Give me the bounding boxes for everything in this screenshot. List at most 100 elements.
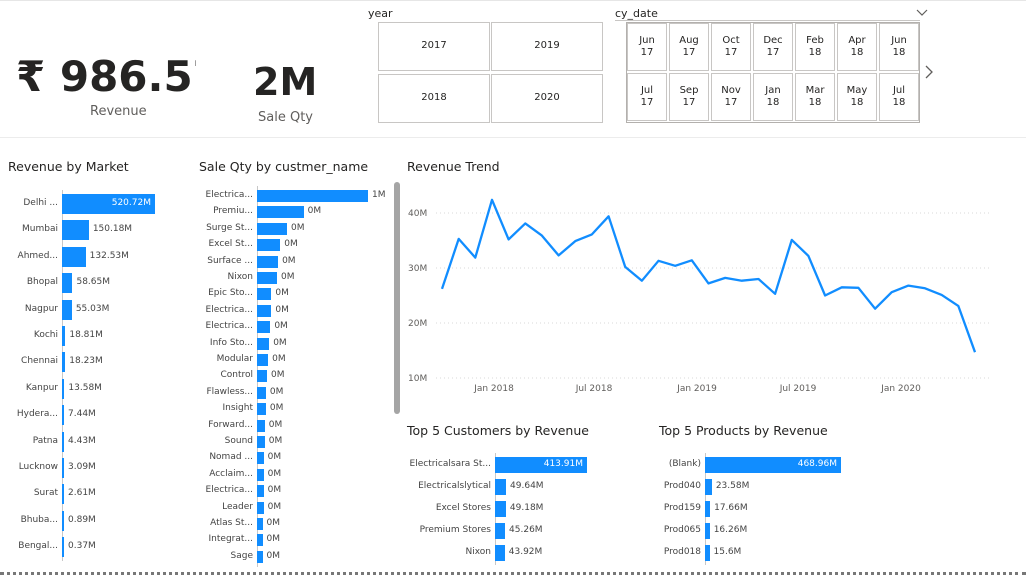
year-slicer-title: year bbox=[368, 7, 393, 20]
qty-data-label: 0M bbox=[267, 485, 282, 496]
market-data-label: 150.18M bbox=[92, 224, 133, 235]
qty-bar[interactable] bbox=[257, 272, 277, 284]
qty-category-label: Surface ... bbox=[207, 255, 253, 266]
date-tile[interactable]: Jun 18 bbox=[879, 23, 919, 71]
product-bar[interactable] bbox=[705, 545, 710, 561]
product-data-label: 468.96M bbox=[797, 459, 837, 469]
market-axis bbox=[62, 190, 63, 562]
qty-bar[interactable] bbox=[257, 501, 264, 514]
market-bar[interactable] bbox=[62, 431, 64, 452]
qty-category-label: Sage bbox=[230, 550, 253, 561]
date-tile[interactable]: Jul 18 bbox=[879, 73, 919, 121]
qty-bar[interactable] bbox=[257, 550, 263, 563]
date-tile[interactable]: Oct 17 bbox=[711, 23, 751, 71]
qty-bar[interactable] bbox=[257, 206, 304, 219]
customer-bar[interactable] bbox=[495, 501, 506, 517]
qty-bar[interactable] bbox=[257, 452, 264, 465]
market-bar[interactable] bbox=[62, 378, 65, 399]
product-bar[interactable] bbox=[705, 501, 711, 517]
date-tile-month: Aug bbox=[679, 34, 699, 46]
qty-bar[interactable] bbox=[257, 321, 271, 334]
qty-bar[interactable] bbox=[257, 337, 270, 350]
date-tile[interactable]: Jan 18 bbox=[753, 73, 793, 121]
qty-bar[interactable] bbox=[257, 419, 265, 432]
customer-category-label: Electricalsara St... bbox=[409, 459, 491, 469]
date-tile-year: 18 bbox=[808, 97, 822, 108]
product-category-label: Prod040 bbox=[663, 481, 701, 491]
qty-bar[interactable] bbox=[257, 304, 272, 317]
year-tile-2017[interactable]: 2017 bbox=[378, 22, 490, 71]
date-tile[interactable]: Mar 18 bbox=[795, 73, 835, 121]
date-tile[interactable]: Jun 17 bbox=[627, 23, 667, 71]
qty-bar[interactable] bbox=[257, 518, 263, 530]
product-data-label: 17.66M bbox=[714, 503, 748, 513]
chevron-down-icon[interactable] bbox=[914, 4, 930, 16]
qty-bar[interactable] bbox=[257, 386, 266, 399]
revenue-trend-line[interactable] bbox=[440, 198, 977, 353]
date-tile[interactable]: Apr 18 bbox=[837, 23, 877, 71]
market-bar[interactable] bbox=[62, 352, 66, 373]
date-tile[interactable]: Dec 17 bbox=[753, 23, 793, 71]
year-tile-2020[interactable]: 2020 bbox=[491, 74, 603, 123]
product-bar[interactable] bbox=[705, 523, 710, 539]
qty-bar[interactable] bbox=[257, 370, 267, 383]
qty-bar[interactable] bbox=[257, 190, 368, 202]
market-category-label: Lucknow bbox=[18, 462, 58, 472]
market-bar[interactable] bbox=[62, 299, 72, 320]
market-bar[interactable] bbox=[62, 220, 89, 241]
qty-data-label: 0M bbox=[267, 468, 282, 479]
market-bar[interactable] bbox=[62, 537, 64, 558]
qty-bar[interactable] bbox=[257, 288, 272, 301]
qty-bar[interactable] bbox=[257, 485, 264, 498]
qty-bar[interactable] bbox=[257, 403, 266, 416]
market-bar[interactable] bbox=[62, 484, 64, 505]
chevron-right-icon[interactable] bbox=[922, 64, 936, 80]
market-category-label: Patna bbox=[32, 435, 58, 446]
market-bar[interactable] bbox=[62, 246, 86, 267]
market-bar[interactable] bbox=[62, 510, 64, 531]
product-bar[interactable] bbox=[705, 479, 712, 495]
qty-category-label: Leader bbox=[222, 501, 253, 512]
date-tile[interactable]: Jul 17 bbox=[627, 73, 667, 121]
qty-bar[interactable] bbox=[257, 436, 265, 448]
market-bar[interactable] bbox=[62, 405, 64, 426]
qty-bar[interactable] bbox=[257, 239, 281, 252]
qty-bar[interactable] bbox=[257, 468, 264, 481]
date-tile-year: 17 bbox=[682, 97, 696, 108]
product-data-label: 15.6M bbox=[713, 547, 742, 557]
qty-category-label: Control bbox=[220, 370, 253, 381]
date-slicer-underline bbox=[615, 20, 920, 21]
qty-bar[interactable] bbox=[257, 534, 263, 547]
qty-bar[interactable] bbox=[257, 354, 269, 366]
qty-data-label: 0M bbox=[267, 452, 282, 463]
qty-chart-title: Sale Qty by custmer_name bbox=[199, 159, 369, 174]
date-slicer-title: cy_date bbox=[615, 7, 658, 20]
qty-data-label: 0M bbox=[275, 304, 289, 315]
qty-data-label: 0M bbox=[269, 386, 284, 397]
trend-x-tick: Jul 2018 bbox=[575, 384, 613, 394]
date-tile[interactable]: Feb 18 bbox=[795, 23, 835, 71]
market-category-label: Kochi bbox=[33, 330, 58, 340]
revenue-kpi-value: ₹ 986.57M bbox=[16, 52, 196, 101]
customer-bar[interactable] bbox=[495, 479, 507, 495]
year-tile-2018[interactable]: 2018 bbox=[378, 74, 490, 123]
date-tile[interactable]: Sep 17 bbox=[669, 73, 709, 121]
revenue-kpi-label: Revenue bbox=[90, 104, 147, 119]
date-tile[interactable]: Aug 17 bbox=[669, 23, 709, 71]
qty-category-label: Electrica... bbox=[205, 304, 253, 315]
qty-bar[interactable] bbox=[257, 222, 287, 235]
date-tile[interactable]: May 18 bbox=[837, 73, 877, 121]
date-tile-month: Jul bbox=[892, 84, 906, 96]
date-tile[interactable]: Nov 17 bbox=[711, 73, 751, 121]
qty-bar[interactable] bbox=[257, 255, 279, 268]
top-products-title: Top 5 Products by Revenue bbox=[659, 423, 828, 438]
year-tile-2019[interactable]: 2019 bbox=[491, 22, 603, 71]
date-tile-month: Jul bbox=[640, 84, 654, 96]
market-bar[interactable] bbox=[62, 458, 64, 478]
customer-bar[interactable] bbox=[495, 523, 506, 539]
qty-data-label: 0M bbox=[284, 239, 298, 250]
customer-bar[interactable] bbox=[495, 545, 505, 561]
market-bar[interactable] bbox=[62, 273, 73, 294]
trend-x-tick: Jul 2019 bbox=[779, 384, 817, 394]
market-bar[interactable] bbox=[62, 326, 66, 346]
